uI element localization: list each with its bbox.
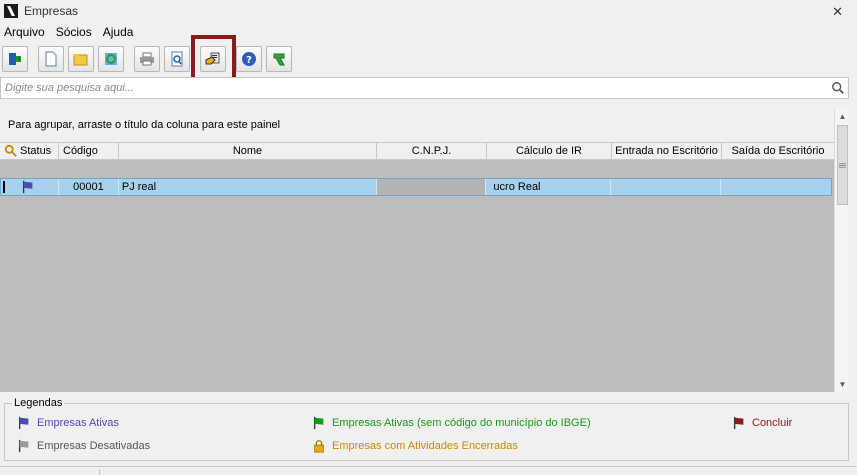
- printer-icon: [140, 52, 154, 66]
- cell-cnpj: [376, 179, 487, 195]
- column-label: Entrada no Escritório: [615, 145, 718, 157]
- refresh-button[interactable]: [98, 46, 124, 72]
- padlock-icon: [314, 440, 324, 453]
- flag-blue-icon: [18, 416, 29, 430]
- window-title: Empresas: [24, 4, 79, 18]
- new-button[interactable]: [38, 46, 64, 72]
- column-header-cnpj[interactable]: C.N.P.J.: [377, 143, 487, 159]
- search-bar: [0, 77, 849, 99]
- scroll-down-icon[interactable]: ▼: [835, 377, 850, 392]
- print-preview-icon: [171, 51, 183, 67]
- cell-status: [1, 179, 59, 195]
- column-header-status[interactable]: Status: [0, 143, 59, 159]
- search-icon[interactable]: [828, 78, 848, 98]
- cell-entrada: [611, 179, 722, 195]
- status-bar: [0, 466, 857, 475]
- column-header-calculo-ir[interactable]: Cálculo de IR: [487, 143, 612, 159]
- refresh-icon: [105, 53, 117, 65]
- legend-panel: Legendas Empresas Ativas Empresas Desati…: [4, 397, 849, 461]
- column-label: C.N.P.J.: [411, 145, 452, 157]
- exit-icon: [9, 53, 21, 65]
- legend-label: Concluir: [752, 417, 793, 429]
- svg-text:?: ?: [246, 55, 252, 66]
- menu-arquivo[interactable]: Arquivo: [0, 25, 49, 39]
- legend-label: Empresas Desativadas: [37, 440, 151, 452]
- flag-red-icon: [733, 416, 744, 430]
- title-bar: Empresas ✕: [0, 0, 857, 22]
- return-arrow-icon: [273, 53, 285, 66]
- menu-bar: Arquivo Sócios Ajuda: [0, 22, 857, 42]
- help-icon: ?: [242, 52, 256, 66]
- print-button[interactable]: [134, 46, 160, 72]
- legend-item-desativadas: Empresas Desativadas: [17, 439, 150, 453]
- grid-body[interactable]: 00001 PJ real ucro Real: [0, 160, 834, 392]
- return-button[interactable]: [266, 46, 292, 72]
- company-select-icon: [205, 52, 220, 65]
- legend-title: Legendas: [12, 397, 65, 409]
- print-preview-button[interactable]: [164, 46, 190, 72]
- legend-label: Empresas Ativas (sem código do município…: [332, 417, 591, 429]
- exit-button[interactable]: [2, 46, 28, 72]
- column-header-entrada[interactable]: Entrada no Escritório: [612, 143, 722, 159]
- grip-icon: [839, 162, 846, 168]
- legend-item-ativas: Empresas Ativas: [17, 416, 119, 430]
- status-divider: [99, 469, 100, 475]
- close-button[interactable]: ✕: [832, 4, 843, 20]
- column-header-nome[interactable]: Nome: [119, 143, 377, 159]
- column-label: Status: [20, 145, 52, 157]
- cell-calculo-ir: ucro Real: [486, 179, 612, 195]
- cell-nome: PJ real: [119, 179, 377, 195]
- company-select-button[interactable]: [200, 46, 226, 72]
- app-logo-icon: [4, 4, 18, 18]
- legend-label: Empresas com Atividades Encerradas: [332, 440, 518, 452]
- scroll-thumb[interactable]: [837, 125, 848, 205]
- grid-header: Status Código / Nome C.N.P.J. Cálculo de…: [0, 142, 834, 160]
- toolbar: ?: [2, 44, 296, 74]
- flag-gray-icon: [18, 439, 29, 453]
- column-header-saida[interactable]: Saída do Escritório: [722, 143, 834, 159]
- group-by-panel[interactable]: Para agrupar, arraste o título da coluna…: [0, 109, 834, 141]
- cell-codigo: 00001: [59, 179, 119, 195]
- menu-socios[interactable]: Sócios: [52, 25, 96, 39]
- column-label: Saída do Escritório: [731, 145, 825, 157]
- column-label: Nome: [232, 145, 263, 157]
- scroll-up-icon[interactable]: ▲: [835, 109, 850, 124]
- column-label: Cálculo de IR: [515, 145, 583, 157]
- cell-saida: [721, 179, 831, 195]
- group-by-hint: Para agrupar, arraste o título da coluna…: [8, 119, 281, 131]
- flag-green-icon: [313, 416, 324, 430]
- legend-item-concluir: Concluir: [732, 416, 792, 430]
- open-folder-icon: [73, 54, 88, 66]
- table-row[interactable]: 00001 PJ real ucro Real: [0, 178, 832, 196]
- legend-label: Empresas Ativas: [37, 417, 119, 429]
- column-header-codigo[interactable]: Código /: [59, 143, 119, 159]
- active-flag-icon: [22, 180, 33, 194]
- column-label: Código: [63, 145, 98, 157]
- legend-item-ativas-sem-ibge: Empresas Ativas (sem código do município…: [312, 416, 591, 430]
- search-input[interactable]: [1, 82, 828, 94]
- vertical-scrollbar[interactable]: ▲ ▼: [834, 109, 849, 392]
- new-document-icon: [45, 51, 57, 67]
- legend-item-encerradas: Empresas com Atividades Encerradas: [312, 439, 518, 453]
- help-button[interactable]: ?: [236, 46, 262, 72]
- open-button[interactable]: [68, 46, 94, 72]
- menu-ajuda[interactable]: Ajuda: [99, 25, 138, 39]
- row-focus-marker: [3, 181, 5, 193]
- column-chooser-icon[interactable]: [4, 144, 18, 158]
